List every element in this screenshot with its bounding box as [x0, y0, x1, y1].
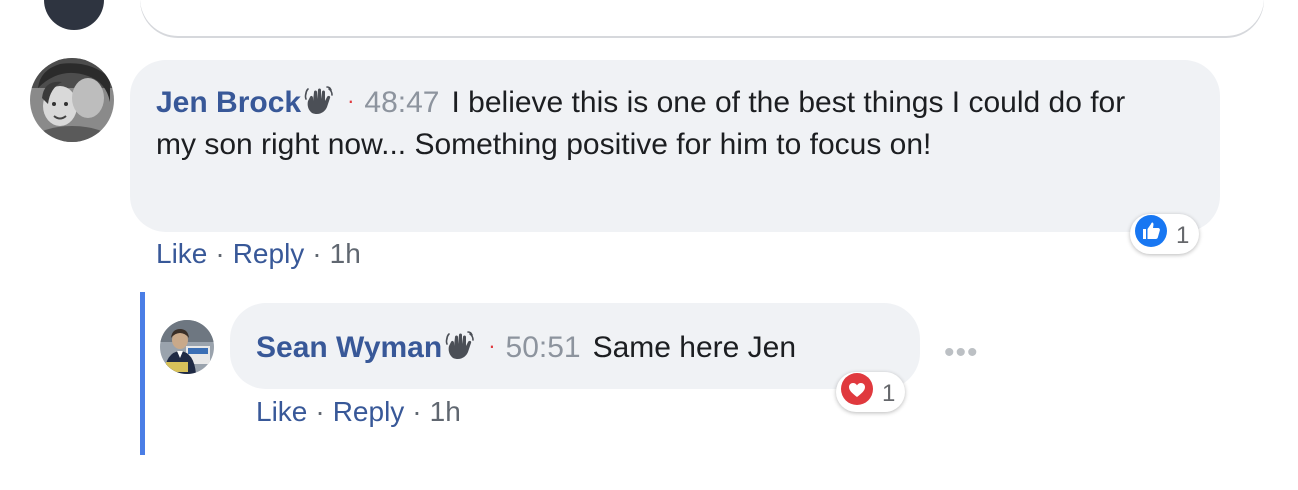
- action-separator: ·: [312, 238, 322, 269]
- previous-comment-bubble: [140, 0, 1264, 36]
- comment-bubble-sean: Sean Wyman · 50:51 Same here Jen: [230, 303, 920, 389]
- waving-hand-icon: [442, 331, 476, 364]
- action-separator: ·: [215, 238, 225, 269]
- comment-author[interactable]: Jen Brock: [156, 86, 301, 119]
- video-timestamp[interactable]: 50:51: [506, 331, 581, 364]
- comment-age[interactable]: 1h: [330, 238, 361, 269]
- action-separator: ·: [315, 396, 325, 427]
- avatar-sean-wyman[interactable]: [160, 320, 214, 374]
- waving-hand-icon: [301, 86, 335, 119]
- action-separator: ·: [412, 396, 422, 427]
- video-timestamp[interactable]: 48:47: [364, 86, 439, 119]
- comment-author[interactable]: Sean Wyman: [256, 331, 442, 364]
- reaction-badge-like[interactable]: 1: [1130, 214, 1200, 255]
- avatar-jen-brock[interactable]: [30, 58, 114, 142]
- comment-text: Same here Jen: [592, 331, 797, 364]
- reaction-count: 1: [1176, 221, 1190, 249]
- reaction-badge-love[interactable]: 1: [836, 372, 906, 413]
- reply-link[interactable]: Reply: [333, 396, 405, 427]
- meta-separator: ·: [488, 333, 496, 358]
- like-link[interactable]: Like: [156, 238, 207, 269]
- comment-bubble-jen: Jen Brock · 48:47 I believe this is one of …: [130, 60, 1220, 232]
- previous-comment-avatar: [44, 0, 104, 30]
- meta-separator: ·: [347, 88, 355, 113]
- comment-actions: Like · Reply · 1h: [256, 396, 461, 428]
- like-link[interactable]: Like: [256, 396, 307, 427]
- love-icon: [840, 372, 882, 413]
- like-icon: [1134, 214, 1176, 255]
- reply-thread-line: [140, 292, 145, 455]
- reply-link[interactable]: Reply: [233, 238, 305, 269]
- comment-age[interactable]: 1h: [430, 396, 461, 427]
- comment-actions: Like · Reply · 1h: [156, 238, 361, 270]
- more-options-icon[interactable]: •••: [944, 336, 979, 370]
- reaction-count: 1: [882, 379, 896, 407]
